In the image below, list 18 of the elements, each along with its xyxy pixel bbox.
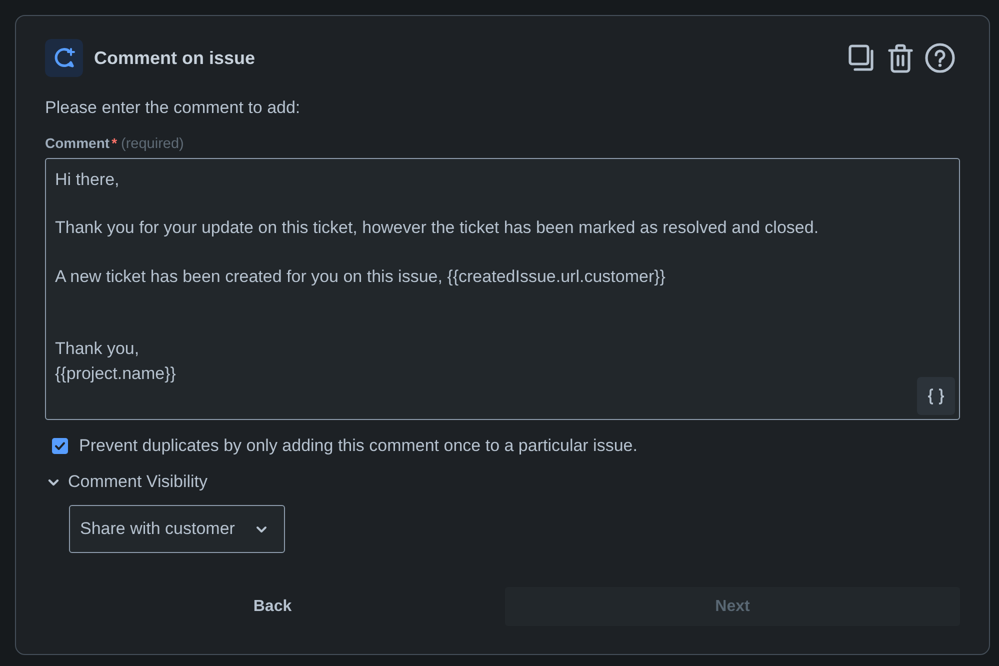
chat-bubble-plus-icon [45,39,83,77]
checkbox-label: Prevent duplicates by only adding this comment once to a particular issue. [79,435,638,457]
checkbox[interactable] [52,438,68,454]
visibility-dropdown[interactable]: Share with customer [69,505,285,553]
help-icon[interactable] [925,43,955,73]
dialog-title: Comment on issue [94,48,256,68]
trash-icon[interactable] [888,44,913,72]
comment-textarea[interactable]: Hi there, Thank you for your update on this ticket, however the ticket has been marked as resolved and closed. A new ticket has been created for you on this issue, {{createdIssue.url.customer}} Thank you, {{project.name}} [45,158,960,420]
required-asterisk: * [112,134,118,153]
insert-variable-button[interactable] [917,377,955,415]
section-toggle[interactable]: Comment Visibility [45,470,208,494]
braces-icon [928,388,944,404]
back-button[interactable]: Back [45,587,500,626]
copy-icon[interactable] [848,44,876,72]
chevron-down-icon [256,526,267,532]
field-label: Comment [45,134,110,153]
instruction-text: Please enter the comment to add: [45,97,300,119]
required-hint: (required) [121,135,184,154]
